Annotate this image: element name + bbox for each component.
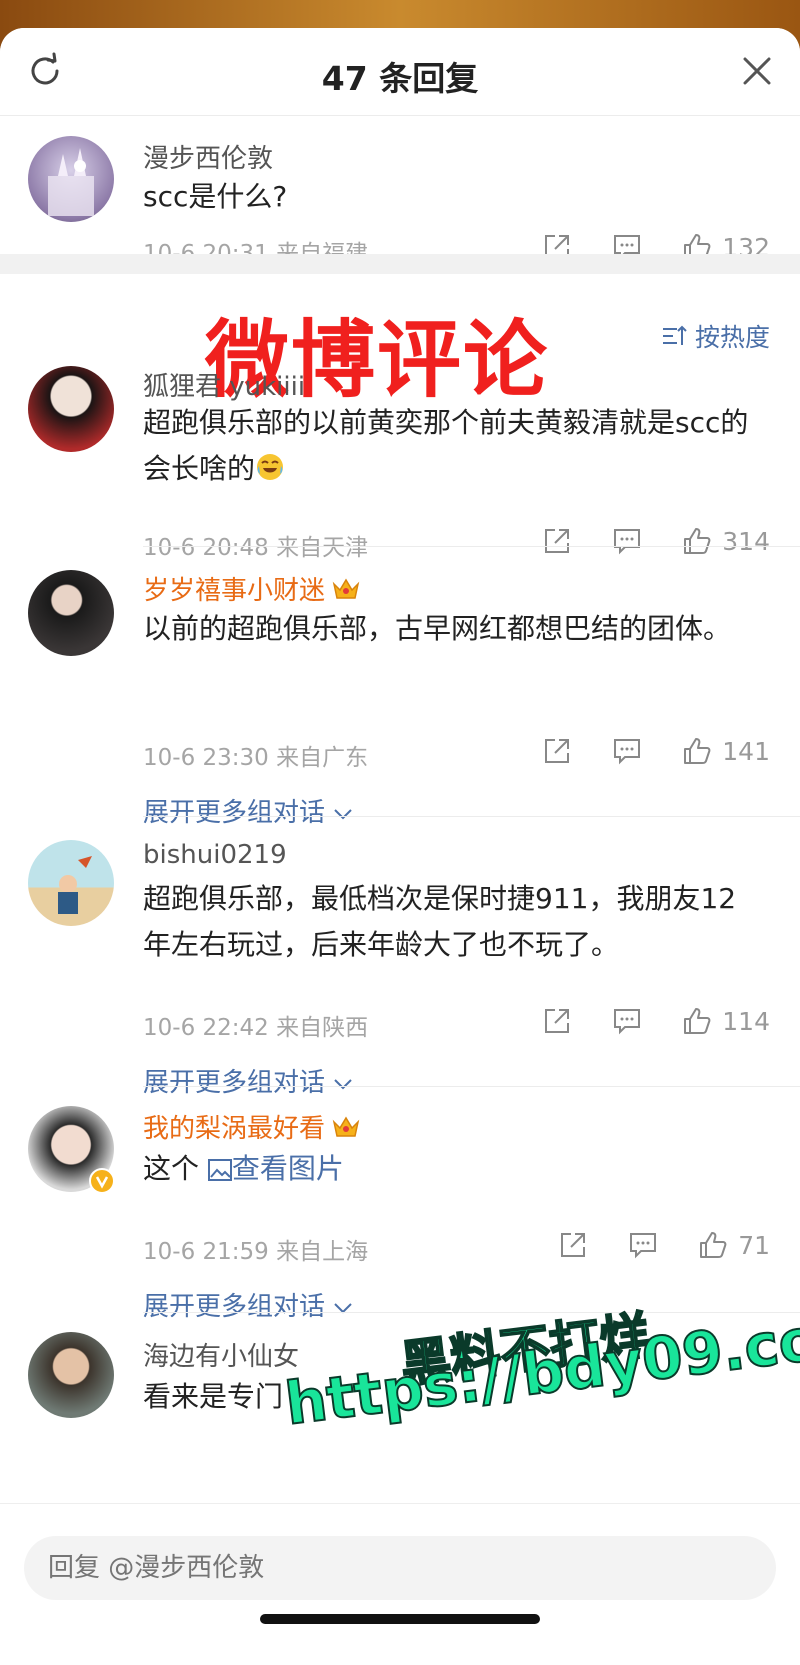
comment-actions: 314: [542, 525, 770, 557]
comment-icon[interactable]: [612, 526, 642, 556]
avatar[interactable]: [28, 136, 114, 222]
like-icon[interactable]: [682, 736, 712, 766]
cartoon-avatar-image: [58, 856, 92, 914]
like-icon[interactable]: [698, 1230, 728, 1260]
section-divider: [0, 254, 800, 274]
sheet-header: 47 条回复: [0, 28, 800, 116]
avatar[interactable]: [28, 570, 114, 656]
expand-conversation-link[interactable]: 展开更多组对话: [143, 792, 353, 829]
building-image: [48, 148, 94, 216]
avatar[interactable]: [28, 1332, 114, 1418]
username-text: 我的梨涡最好看: [143, 1114, 326, 1144]
comment-icon[interactable]: [612, 1006, 642, 1036]
expand-label: 展开更多组对话: [143, 1068, 326, 1098]
sort-icon: [662, 325, 687, 345]
comment-meta: 10-6 20:48 来自天津: [143, 535, 369, 561]
reply-bar: [0, 1503, 800, 1665]
like-count: 141: [722, 736, 770, 766]
comment-meta: 10-6 21:59 来自上海: [143, 1239, 369, 1265]
chevron-down-icon: [334, 809, 352, 820]
share-icon[interactable]: [542, 526, 572, 556]
comment-actions: 141: [542, 735, 770, 767]
comment-text: scc是什么?: [143, 180, 288, 213]
view-image-link[interactable]: 查看图片: [207, 1152, 344, 1185]
expand-label: 展开更多组对话: [143, 1292, 326, 1322]
sort-label: 按热度: [694, 323, 770, 352]
view-image-label: 查看图片: [231, 1152, 344, 1185]
list-item: 我的梨涡最好看 这个 查看图片 10-6 21:59 来自上海 71 展开更多组…: [0, 1106, 800, 1322]
avatar[interactable]: [28, 366, 114, 452]
comment-icon[interactable]: [612, 736, 642, 766]
like-count: 71: [738, 1230, 770, 1260]
vip-crown-icon: [332, 1116, 360, 1137]
comment-meta: 10-6 23:30 来自广东: [143, 745, 369, 771]
like-count: 114: [722, 1006, 770, 1036]
divider: [143, 1086, 800, 1087]
comment-text-content: 这个: [143, 1152, 200, 1185]
laugh-cry-emoji-icon: [257, 454, 284, 480]
sort-button[interactable]: 按热度: [661, 318, 770, 354]
sheet-title: 47 条回复: [321, 59, 479, 98]
divider: [143, 546, 800, 547]
like-icon[interactable]: [682, 1006, 712, 1036]
expand-conversation-link[interactable]: 展开更多组对话: [143, 1286, 353, 1323]
expand-label: 展开更多组对话: [143, 798, 326, 828]
divider: [143, 816, 800, 817]
chevron-down-icon: [334, 1079, 352, 1090]
image-icon: [207, 1159, 232, 1181]
list-item: bishui0219 超跑俱乐部，最低档次是保时捷911，我朋友12年左右玩过，…: [0, 836, 800, 1098]
avatar[interactable]: [28, 840, 114, 926]
comment-actions: 114: [542, 1005, 770, 1037]
list-item: 岁岁禧事小财迷 以前的超跑俱乐部，古早网红都想巴结的团体。 10-6 23:30…: [0, 566, 800, 828]
like-count: 314: [722, 526, 770, 556]
home-indicator: [260, 1614, 540, 1624]
username[interactable]: 海边有小仙女: [143, 1336, 299, 1373]
reply-input[interactable]: [24, 1536, 776, 1600]
comment-text: 这个 查看图片: [143, 1146, 763, 1192]
comment-meta: 10-6 22:42 来自陕西: [143, 1015, 369, 1041]
list-item: 狐狸君 yukiiii 超跑俱乐部的以前黄奕那个前夫黄毅清就是scc的会长啥的 …: [0, 356, 800, 561]
verified-badge-icon: [89, 1168, 115, 1194]
comment-text: 以前的超跑俱乐部，古早网红都想巴结的团体。: [143, 612, 732, 645]
share-icon[interactable]: [542, 1006, 572, 1036]
comment-actions: 71: [558, 1229, 770, 1261]
username[interactable]: bishui0219: [143, 840, 287, 870]
expand-conversation-link[interactable]: 展开更多组对话: [143, 1062, 353, 1099]
vip-crown-icon: [332, 578, 360, 599]
share-icon[interactable]: [558, 1230, 588, 1260]
comment-text: 超跑俱乐部，最低档次是保时捷911，我朋友12年左右玩过，后来年龄大了也不玩了。: [143, 882, 737, 961]
close-icon[interactable]: [740, 54, 774, 88]
divider: [143, 1312, 800, 1313]
username[interactable]: 岁岁禧事小财迷: [143, 570, 361, 607]
comment-text-content: 超跑俱乐部的以前黄奕那个前夫黄毅清就是scc的会长啥的: [143, 406, 749, 485]
comment-text: 超跑俱乐部的以前黄奕那个前夫黄毅清就是scc的会长啥的: [143, 400, 763, 492]
username-text: 岁岁禧事小财迷: [143, 576, 326, 606]
username[interactable]: 漫步西伦敦: [143, 138, 273, 175]
like-icon[interactable]: [682, 526, 712, 556]
share-icon[interactable]: [542, 736, 572, 766]
username[interactable]: 我的梨涡最好看: [143, 1108, 361, 1145]
root-comment: 漫步西伦敦 scc是什么? 10-6 20:31 来自福建 132: [0, 116, 800, 267]
comment-icon[interactable]: [628, 1230, 658, 1260]
username[interactable]: 狐狸君 yukiiii: [143, 366, 305, 403]
